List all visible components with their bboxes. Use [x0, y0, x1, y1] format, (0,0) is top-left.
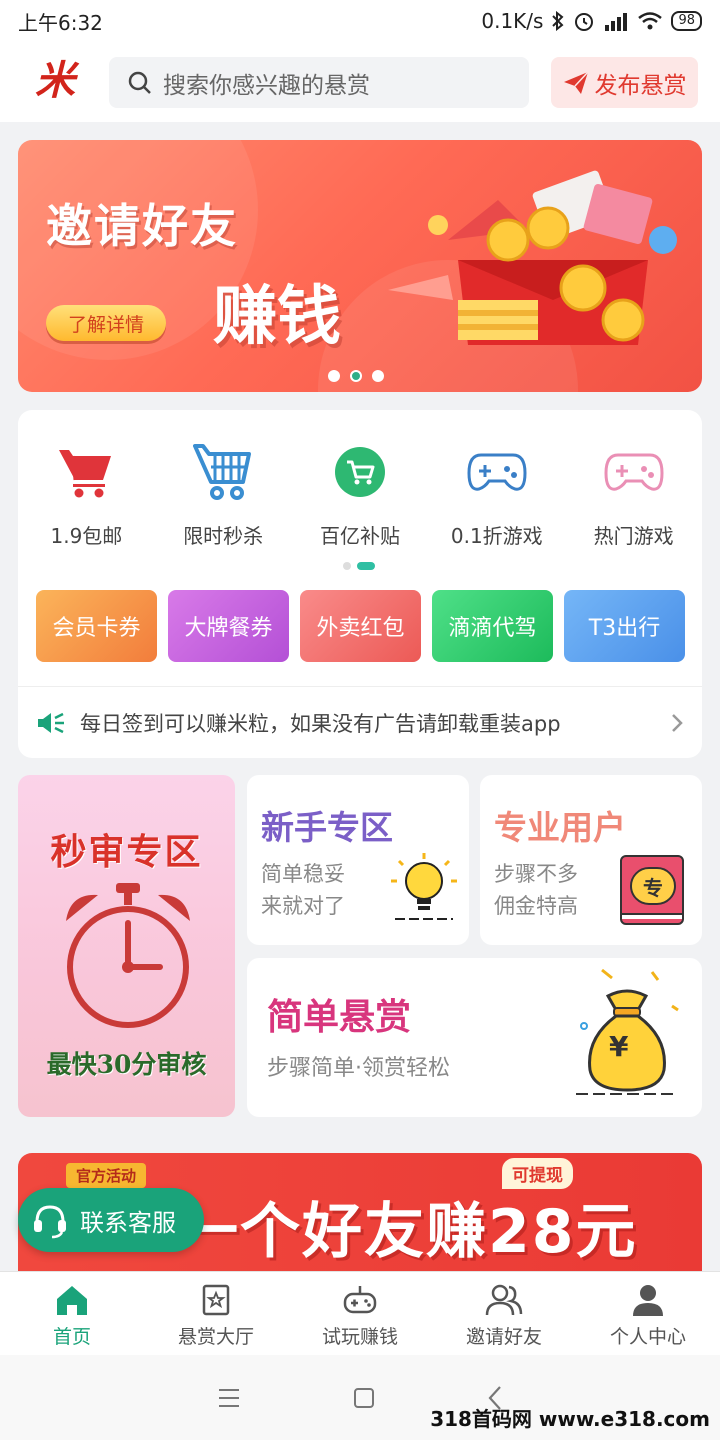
tab-profile[interactable]: 个人中心	[576, 1272, 720, 1355]
menu-icon[interactable]	[217, 1387, 241, 1409]
cart-icon	[59, 450, 112, 498]
category-label: 热门游戏	[593, 524, 674, 548]
page-dot-active	[357, 562, 375, 570]
alarm-icon	[575, 13, 594, 31]
category-label: 百亿补贴	[319, 524, 400, 548]
contact-service-button[interactable]: 联系客服	[18, 1188, 204, 1252]
banner-subtitle: 赚钱	[213, 280, 341, 354]
search-icon	[128, 71, 151, 94]
green-cart-icon	[334, 447, 385, 497]
headset-icon	[28, 1198, 72, 1242]
book-badge: 专	[630, 867, 676, 905]
tab-label: 试玩赚钱	[321, 1326, 398, 1348]
app-header: 米 搜索你感兴趣的悬赏 发布悬赏	[0, 42, 720, 122]
notice-text: 每日签到可以赚米粒，如果没有广告请卸载重装app	[80, 711, 561, 736]
tab-label: 邀请好友	[465, 1326, 542, 1348]
coupon-button[interactable]: 会员卡券	[36, 590, 157, 662]
category-label: 1.9包邮	[50, 524, 123, 548]
gamepad-pink-icon	[604, 453, 664, 491]
gamepad-outline-icon	[343, 1286, 377, 1314]
coupon-button[interactable]: 大牌餐券	[168, 590, 289, 662]
home-square-icon[interactable]	[353, 1387, 375, 1409]
category-item[interactable]: 0.1折游戏	[428, 440, 565, 549]
paper-plane-icon	[563, 70, 589, 94]
category-item[interactable]: 百亿补贴	[292, 440, 429, 549]
simple-bounty-zone[interactable]: 简单悬赏 步骤简单·领赏轻松 ¥	[247, 958, 702, 1117]
stopwatch-icon	[66, 883, 190, 1028]
status-time: 上午6:32	[18, 10, 103, 35]
banner-title: 邀请好友	[46, 199, 238, 253]
quick-review-zone[interactable]: 秒审专区 最快30分审核	[18, 775, 235, 1117]
newbie-line1: 简单稳妥	[261, 862, 345, 886]
pro-line2: 佣金特高	[494, 894, 578, 918]
users-icon	[485, 1284, 523, 1316]
contact-service-label: 联系客服	[80, 1208, 176, 1237]
gamepad-icon	[467, 453, 527, 491]
signal-icon	[605, 13, 628, 31]
category-item[interactable]: 热门游戏	[565, 440, 702, 549]
home-icon	[57, 1286, 87, 1315]
tab-invite-friends[interactable]: 邀请好友	[432, 1272, 576, 1355]
tab-bounty-hall[interactable]: 悬赏大厅	[144, 1272, 288, 1355]
tab-label: 首页	[52, 1326, 91, 1348]
category-item[interactable]: 1.9包邮	[18, 440, 155, 549]
shopping-basket-icon	[193, 444, 252, 500]
watermark: 318首码网 www.e318.com	[430, 1407, 710, 1431]
banner-dot[interactable]	[372, 370, 384, 382]
tab-label: 悬赏大厅	[177, 1326, 254, 1348]
coupon-button[interactable]: T3出行	[564, 590, 685, 662]
bottom-tab-bar: 首页 悬赏大厅 试玩赚钱 邀请好友 个人中心	[0, 1271, 720, 1355]
category-pagination	[343, 562, 375, 570]
banner-dot[interactable]	[328, 370, 340, 382]
category-row: 1.9包邮 限时秒杀 百亿补贴 0.1折游戏 热门游戏	[18, 440, 702, 549]
search-placeholder: 搜索你感兴趣的悬赏	[163, 72, 370, 99]
invite-banner[interactable]: 邀请好友 赚钱 了解详情	[18, 140, 702, 392]
official-activity-tag: 官方活动	[66, 1163, 147, 1188]
tab-label: 个人中心	[609, 1326, 686, 1348]
network-speed: 0.1K/s	[481, 9, 544, 33]
banner-detail-button[interactable]: 了解详情	[46, 305, 166, 341]
promo-text: 一个好友赚28元	[178, 1197, 638, 1267]
category-label: 限时秒杀	[183, 524, 264, 548]
megaphone-icon	[38, 712, 64, 733]
publish-bounty-label: 发布悬赏	[594, 72, 687, 99]
notice-bar[interactable]: 每日签到可以赚米粒，如果没有广告请卸载重装app	[18, 686, 702, 758]
pro-line1: 步骤不多	[494, 862, 578, 886]
newbie-zone[interactable]: 新手专区 简单稳妥 来就对了	[247, 775, 469, 945]
wifi-icon	[638, 12, 663, 30]
banner-pagination	[328, 370, 384, 382]
banner-dot-active[interactable]	[350, 370, 362, 382]
pro-title: 专业用户	[494, 808, 626, 847]
coupon-row: 会员卡券 大牌餐券 外卖红包 滴滴代驾 T3出行	[36, 590, 685, 662]
chevron-right-icon	[672, 713, 683, 732]
tab-home[interactable]: 首页	[0, 1272, 144, 1355]
book-icon: 专	[620, 855, 684, 925]
quick-review-title: 秒审专区	[50, 832, 203, 873]
star-bookmark-icon	[202, 1284, 230, 1316]
battery-indicator: 98	[671, 11, 702, 31]
coupon-button[interactable]: 外卖红包	[300, 590, 421, 662]
quick-review-subtitle: 最快30分审核	[46, 1050, 207, 1079]
category-card: 1.9包邮 限时秒杀 百亿补贴 0.1折游戏 热门游戏 会员卡券 大牌餐券 外卖…	[18, 410, 702, 758]
newbie-title: 新手专区	[261, 808, 393, 847]
tab-trial-earn[interactable]: 试玩赚钱	[288, 1272, 432, 1355]
bag-symbol: ¥	[609, 1030, 629, 1063]
red-envelope-illustration	[388, 170, 677, 345]
person-icon	[633, 1285, 663, 1316]
lightbulb-icon	[391, 853, 457, 920]
newbie-line2: 来就对了	[261, 894, 345, 918]
category-label: 0.1折游戏	[450, 524, 543, 548]
bluetooth-icon	[552, 11, 564, 31]
publish-bounty-button[interactable]: 发布悬赏	[551, 57, 698, 108]
pro-user-zone[interactable]: 专业用户 步骤不多 佣金特高 专	[480, 775, 702, 945]
status-bar: 上午6:32 0.1K/s 98	[0, 0, 720, 42]
simple-title: 简单悬赏	[267, 997, 412, 1038]
app-logo[interactable]: 米	[32, 58, 78, 104]
page-dot	[343, 562, 351, 570]
search-bar[interactable]: 搜索你感兴趣的悬赏	[109, 57, 529, 108]
category-item[interactable]: 限时秒杀	[155, 440, 292, 549]
coupon-button[interactable]: 滴滴代驾	[432, 590, 553, 662]
simple-desc: 步骤简单·领赏轻松	[267, 1056, 450, 1081]
